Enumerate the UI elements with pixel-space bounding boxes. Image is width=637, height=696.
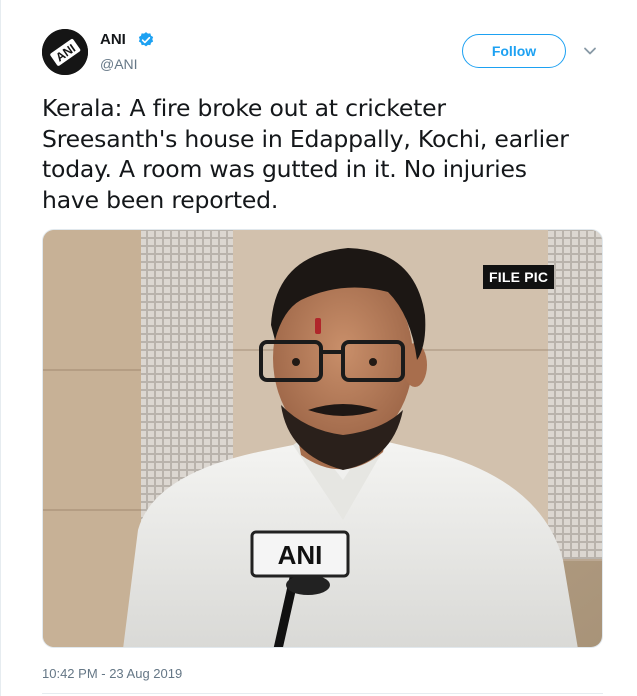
photo-illustration: ANI [43,230,602,647]
follow-button[interactable]: Follow [462,34,566,68]
mic-flag-label: ANI [278,540,323,570]
tweet-photo[interactable]: ANI FILE PIC [42,229,603,648]
tweet-card: ANI ANI @ANI Follow Kerala: A fire broke… [0,0,637,696]
author-name[interactable]: ANI [100,31,126,48]
avatar[interactable]: ANI [42,29,88,75]
divider [0,0,1,696]
verified-badge-icon [138,32,154,47]
file-pic-badge: FILE PIC [483,265,555,289]
divider [42,693,603,694]
tweet-text-line: Kerala: A fire broke out at cricketer [42,94,446,122]
tweet-text-line: today. A room was gutted in it. No injur… [42,155,527,183]
chevron-down-icon[interactable] [583,44,597,58]
tweet-text: Kerala: A fire broke out at cricketer Sr… [42,93,602,215]
tweet-text-line: have been reported. [42,185,279,214]
author-handle[interactable]: @ANI [100,56,138,72]
ani-logo-icon: ANI [42,29,88,75]
tweet-timestamp[interactable]: 10:42 PM - 23 Aug 2019 [42,666,182,681]
tweet-text-line: Sreesanth's house in Edappally, Kochi, e… [42,124,569,153]
